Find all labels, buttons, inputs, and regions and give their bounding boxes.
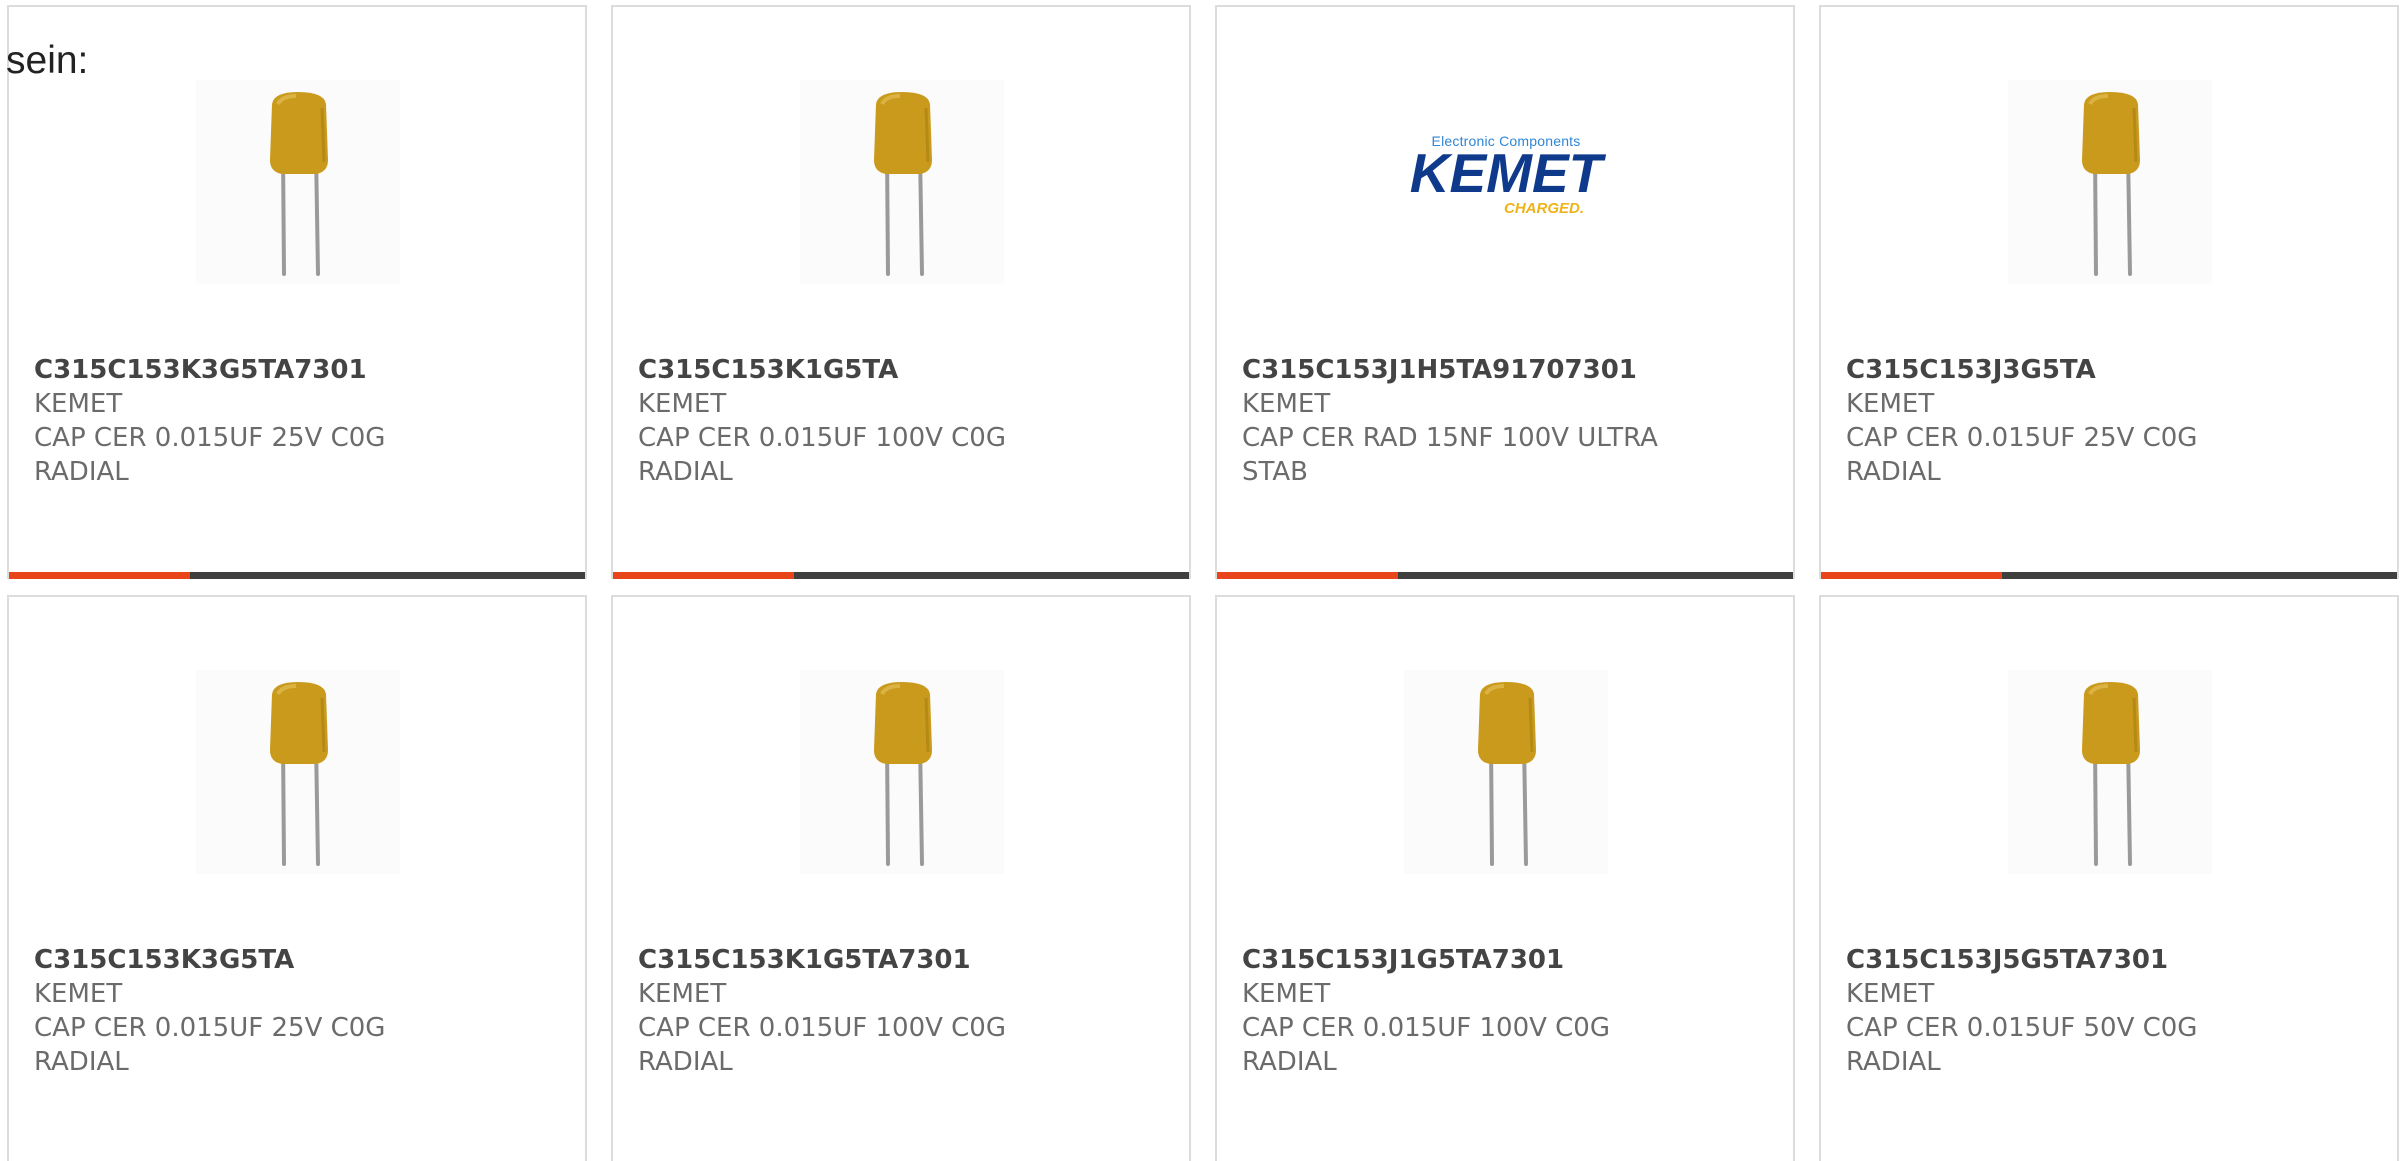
radial-capacitor-icon bbox=[2008, 670, 2212, 874]
product-grid-page: sein: C315C153K3G5TA7301 KEMET CAP CER 0.0… bbox=[0, 0, 2400, 1161]
product-info: C315C153K3G5TA7301 KEMET CAP CER 0.015UF 2… bbox=[34, 353, 554, 489]
product-info: C315C153J3G5TA KEMET CAP CER 0.015UF 25V C… bbox=[1846, 353, 2366, 489]
product-info: C315C153J1H5TA91707301 KEMET CAP CER RAD 1… bbox=[1242, 353, 1762, 489]
radial-capacitor-icon bbox=[1404, 670, 1608, 874]
product-card[interactable]: C315C153K1G5TA KEMET CAP CER 0.015UF 100V … bbox=[611, 5, 1191, 579]
card-footer-bar bbox=[1217, 572, 1793, 579]
kemet-logo: Electronic Components KEMET CHARGED. bbox=[1404, 80, 1608, 284]
product-card[interactable]: Electronic Components KEMET CHARGED. C315C1… bbox=[1215, 5, 1795, 579]
product-description: CAP CER 0.015UF 25V C0G RADIAL bbox=[34, 423, 386, 487]
product-description: CAP CER 0.015UF 25V C0G RADIAL bbox=[1846, 423, 2198, 487]
part-number[interactable]: C315C153J3G5TA bbox=[1846, 353, 2366, 387]
logo-brand-text: KEMET bbox=[1409, 142, 1603, 204]
part-number[interactable]: C315C153J1H5TA91707301 bbox=[1242, 353, 1762, 387]
card-accent-bar bbox=[9, 572, 190, 579]
part-number[interactable]: C315C153K1G5TA7301 bbox=[638, 943, 1158, 977]
radial-capacitor-icon bbox=[196, 670, 400, 874]
manufacturer: KEMET bbox=[638, 389, 727, 419]
product-description: CAP CER 0.015UF 100V C0G RADIAL bbox=[638, 1013, 1006, 1077]
card-accent-bar bbox=[1217, 572, 1398, 579]
part-number[interactable]: C315C153K3G5TA7301 bbox=[34, 353, 554, 387]
product-info: C315C153K1G5TA KEMET CAP CER 0.015UF 100V … bbox=[638, 353, 1158, 489]
card-accent-bar bbox=[1821, 572, 2002, 579]
product-description: CAP CER 0.015UF 50V C0G RADIAL bbox=[1846, 1013, 2198, 1077]
product-info: C315C153K1G5TA7301 KEMET CAP CER 0.015UF 1… bbox=[638, 943, 1158, 1079]
radial-capacitor-icon bbox=[196, 80, 400, 284]
logo-tagline: CHARGED. bbox=[1504, 200, 1585, 217]
manufacturer: KEMET bbox=[1846, 979, 1935, 1009]
part-number[interactable]: C315C153K1G5TA bbox=[638, 353, 1158, 387]
product-card[interactable]: C315C153J1G5TA7301 KEMET CAP CER 0.015UF 1… bbox=[1215, 595, 1795, 1161]
part-number[interactable]: C315C153K3G5TA bbox=[34, 943, 554, 977]
manufacturer: KEMET bbox=[1242, 979, 1331, 1009]
product-description: CAP CER RAD 15NF 100V ULTRA STAB bbox=[1242, 423, 1658, 487]
radial-capacitor-icon bbox=[800, 670, 1004, 874]
product-card[interactable]: C315C153K3G5TA KEMET CAP CER 0.015UF 25V C… bbox=[7, 595, 587, 1161]
product-description: CAP CER 0.015UF 25V C0G RADIAL bbox=[34, 1013, 386, 1077]
product-info: C315C153J5G5TA7301 KEMET CAP CER 0.015UF 5… bbox=[1846, 943, 2366, 1079]
manufacturer: KEMET bbox=[34, 389, 123, 419]
radial-capacitor-icon bbox=[2008, 80, 2212, 284]
manufacturer: KEMET bbox=[638, 979, 727, 1009]
intro-text: sein: bbox=[6, 39, 89, 82]
card-footer-bar bbox=[9, 572, 585, 579]
product-card[interactable]: C315C153J3G5TA KEMET CAP CER 0.015UF 25V C… bbox=[1819, 5, 2399, 579]
part-number[interactable]: C315C153J1G5TA7301 bbox=[1242, 943, 1762, 977]
manufacturer: KEMET bbox=[1242, 389, 1331, 419]
card-footer-bar bbox=[1821, 572, 2397, 579]
radial-capacitor-icon bbox=[800, 80, 1004, 284]
product-card[interactable]: C315C153J5G5TA7301 KEMET CAP CER 0.015UF 5… bbox=[1819, 595, 2399, 1161]
product-card[interactable]: C315C153K3G5TA7301 KEMET CAP CER 0.015UF 2… bbox=[7, 5, 587, 579]
card-accent-bar bbox=[613, 572, 794, 579]
product-card[interactable]: C315C153K1G5TA7301 KEMET CAP CER 0.015UF 1… bbox=[611, 595, 1191, 1161]
product-info: C315C153J1G5TA7301 KEMET CAP CER 0.015UF 1… bbox=[1242, 943, 1762, 1079]
manufacturer: KEMET bbox=[34, 979, 123, 1009]
product-info: C315C153K3G5TA KEMET CAP CER 0.015UF 25V C… bbox=[34, 943, 554, 1079]
product-description: CAP CER 0.015UF 100V C0G RADIAL bbox=[1242, 1013, 1610, 1077]
card-footer-bar bbox=[613, 572, 1189, 579]
manufacturer: KEMET bbox=[1846, 389, 1935, 419]
product-description: CAP CER 0.015UF 100V C0G RADIAL bbox=[638, 423, 1006, 487]
part-number[interactable]: C315C153J5G5TA7301 bbox=[1846, 943, 2366, 977]
